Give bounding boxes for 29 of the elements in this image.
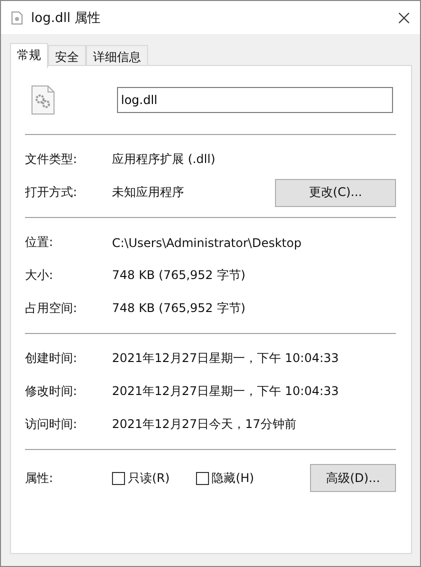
checkbox[interactable]: 只读(R) bbox=[112, 470, 170, 486]
checkbox[interactable]: 隐藏(H) bbox=[196, 470, 254, 486]
field-value: 748 KB (765,952 字节) bbox=[112, 267, 246, 284]
field-label: 修改时间: bbox=[25, 383, 78, 400]
field-value: 未知应用程序 bbox=[112, 184, 185, 201]
file-gears-icon bbox=[31, 85, 55, 115]
field-label: 位置: bbox=[25, 234, 54, 251]
advanced-button[interactable]: 高级(D)... bbox=[310, 464, 396, 492]
field-value: 748 KB (765,952 字节) bbox=[112, 300, 246, 317]
file-name-field[interactable]: log.dll bbox=[117, 87, 393, 113]
field-value: C:\Users\Administrator\Desktop bbox=[112, 236, 302, 250]
field-label: 占用空间: bbox=[25, 300, 78, 317]
field-value: 2021年12月27日星期一，下午 10:04:33 bbox=[112, 383, 340, 400]
tab[interactable]: 详细信息 bbox=[86, 45, 148, 67]
field-value: 2021年12月27日星期一，下午 10:04:33 bbox=[112, 350, 340, 367]
window-title: log.dll 属性 bbox=[31, 10, 102, 26]
field-label: 访问时间: bbox=[25, 416, 78, 433]
field-value: 2021年12月27日今天，17分钟前 bbox=[112, 416, 298, 433]
field-label: 创建时间: bbox=[25, 350, 78, 367]
tab[interactable]: 安全 bbox=[48, 45, 86, 67]
field-value: 应用程序扩展 (.dll) bbox=[112, 151, 216, 168]
field-label: 大小: bbox=[25, 267, 54, 284]
change-button[interactable]: 更改(C)... bbox=[275, 178, 396, 206]
field-label: 打开方式: bbox=[25, 184, 78, 201]
tab[interactable]: 常规 bbox=[10, 43, 48, 68]
file-icon bbox=[11, 10, 23, 24]
close-icon[interactable] bbox=[398, 12, 410, 24]
field-label: 属性: bbox=[25, 470, 54, 486]
field-label: 文件类型: bbox=[25, 151, 78, 168]
